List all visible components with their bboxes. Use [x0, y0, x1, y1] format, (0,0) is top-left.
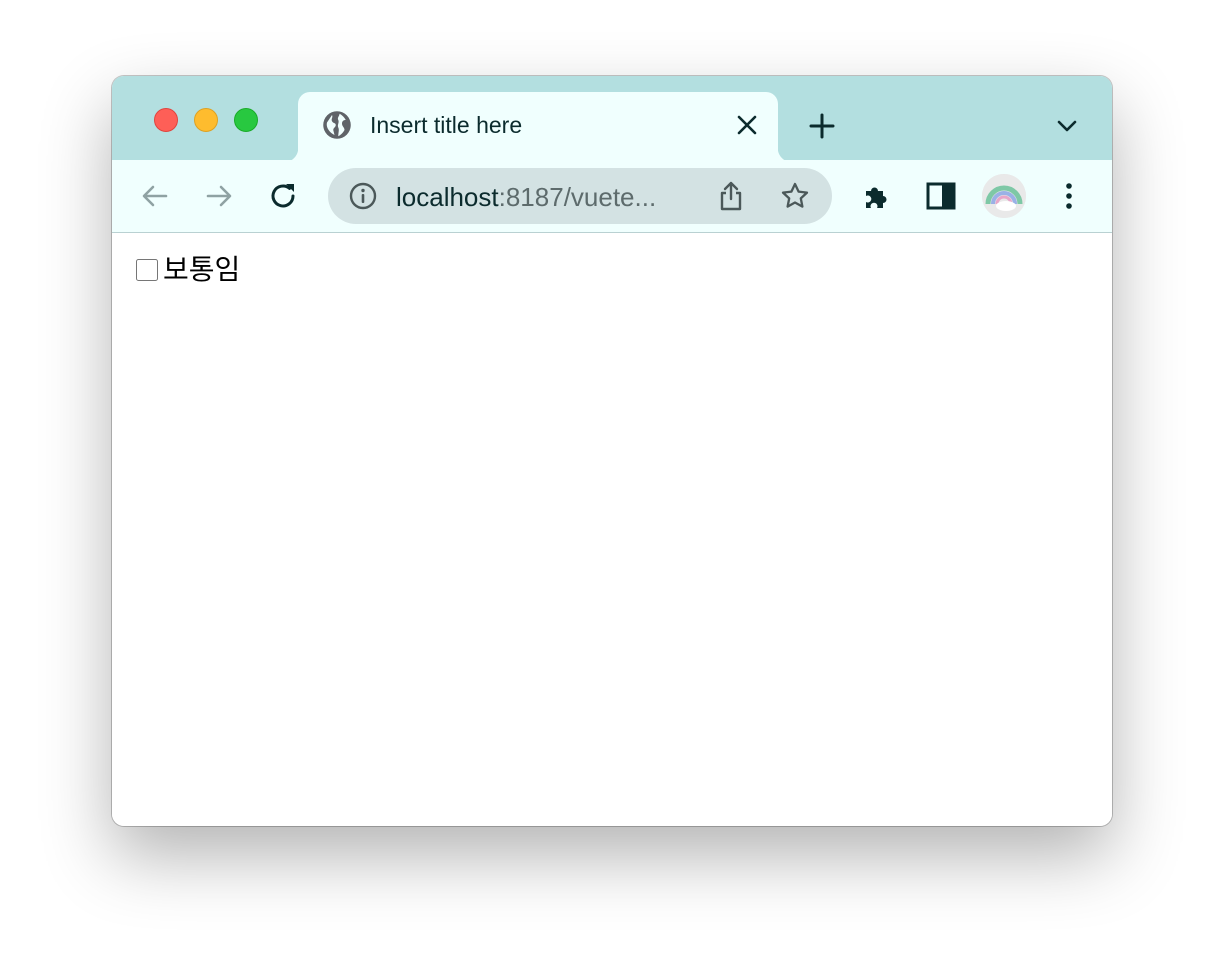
back-arrow-icon[interactable]	[138, 179, 172, 213]
forward-arrow-icon[interactable]	[202, 179, 236, 213]
side-panel-icon[interactable]	[924, 179, 958, 213]
normal-checkbox[interactable]	[136, 259, 158, 281]
profile-avatar[interactable]	[982, 174, 1026, 218]
checkbox-label: 보통임	[163, 253, 241, 286]
more-menu-icon[interactable]	[1052, 179, 1086, 213]
share-icon[interactable]	[716, 180, 746, 212]
globe-icon	[323, 111, 351, 139]
toolbar: localhost:8187/vuete...	[112, 160, 1112, 233]
address-bar[interactable]: localhost:8187/vuete...	[328, 168, 832, 224]
window-maximize-button[interactable]	[234, 108, 258, 132]
close-icon[interactable]	[736, 114, 758, 136]
new-tab-plus-icon[interactable]	[808, 112, 836, 140]
extensions-puzzle-icon[interactable]	[860, 179, 894, 213]
tab-title: Insert title here	[370, 112, 523, 138]
url-host: localhost	[396, 182, 499, 212]
chevron-down-icon[interactable]	[1056, 118, 1078, 134]
tab-strip: Insert title here	[112, 76, 1112, 162]
tab-active[interactable]: Insert title here	[284, 92, 792, 162]
avatar-image	[982, 174, 1026, 218]
bookmark-star-icon[interactable]	[780, 181, 810, 211]
url-path: :8187/vuete...	[498, 182, 657, 212]
info-icon[interactable]	[348, 181, 378, 211]
window-minimize-button[interactable]	[194, 108, 218, 132]
page-content: 보통임	[112, 233, 1112, 826]
window-close-button[interactable]	[154, 108, 178, 132]
reload-icon[interactable]	[266, 179, 300, 213]
url-text[interactable]: localhost:8187/vuete...	[396, 182, 696, 213]
checkbox-row[interactable]: 보통임	[136, 255, 240, 285]
browser-window: Insert title here localhost:8187/vuete..…	[112, 76, 1112, 826]
